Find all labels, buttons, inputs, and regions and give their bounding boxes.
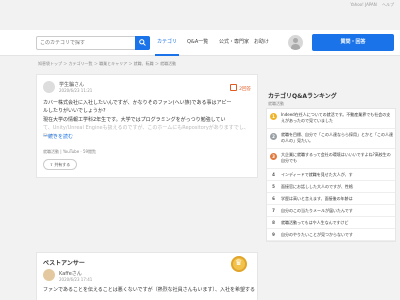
answer-avatar[interactable] bbox=[43, 269, 55, 281]
share-label: 共有する bbox=[54, 162, 71, 167]
header: カテゴリ Q&A一覧 公式・専門家 お助け 質問・回答 bbox=[0, 30, 400, 56]
question-meta[interactable]: 就職活動 | YouTube · 59閲覧 bbox=[43, 149, 96, 155]
question-avatar[interactable] bbox=[43, 81, 55, 93]
share-button[interactable]: ⇪ 共有する bbox=[43, 159, 77, 170]
rank-number: 5 bbox=[272, 184, 275, 189]
ranking-subtitle: 就職活動 bbox=[268, 101, 284, 106]
answer-date: 2020/6/23 17:41 bbox=[59, 277, 93, 282]
yahoo-link[interactable]: Yahoo! JAPAN bbox=[350, 2, 376, 7]
nav-official-experts[interactable]: 公式・専門家 bbox=[219, 38, 249, 45]
active-nav-underline bbox=[155, 54, 179, 56]
help-link[interactable]: ヘルプ bbox=[382, 2, 394, 7]
ranking-item-text: Indeed在任人についての就活です。不動産業界でも社会の支えがあったので見てい… bbox=[281, 112, 391, 123]
ranking-item[interactable]: 1 Indeed在任人についての就活です。不動産業界でも社会の支えがあったので見… bbox=[267, 109, 395, 129]
answer-body: ファンであることを伝えることは悪くないですが（熱烈な社員さんもいます）、入社を希… bbox=[43, 287, 255, 293]
rank-number: 2 bbox=[270, 133, 277, 140]
ranking-item-text: 自分のこの当たりメールが届いたんです bbox=[281, 208, 353, 213]
search-button[interactable] bbox=[135, 36, 150, 50]
rank-number: 6 bbox=[272, 196, 275, 201]
question-line: カバー株式会社に入社したいんですが、かなりそのファン(へい族)である事はアピー bbox=[43, 100, 232, 106]
ranking-item-text: 学歴は高いと言えます、面接後の年齢は bbox=[281, 196, 353, 201]
question-date: 2020/6/23 11:21 bbox=[59, 88, 93, 93]
ranking-item[interactable]: 7 自分のこの当たりメールが届いたんです bbox=[267, 205, 395, 217]
question-card: 学生騙さん 2020/6/23 11:21 2回答 カバー株式会社に入社したいん… bbox=[36, 74, 258, 178]
question-line: 現在大学の情報工学科2年生です。大学ではプログラミングをがっつり勉強してい bbox=[43, 116, 226, 123]
question-user[interactable]: 学生騙さん bbox=[59, 81, 84, 88]
rank-number: 8 bbox=[272, 220, 275, 225]
nav-qa-list[interactable]: Q&A一覧 bbox=[187, 38, 208, 45]
top-strip: Yahoo! JAPAN ヘルプ bbox=[0, 0, 400, 30]
top-links: Yahoo! JAPAN ヘルプ bbox=[346, 2, 394, 8]
answer-count-badge: 2回答 bbox=[230, 84, 251, 92]
rank-number: 4 bbox=[272, 172, 275, 177]
best-answer-card: ベストアンサー Kaffeさん 2020/6/23 17:41 ファンであること… bbox=[36, 252, 258, 300]
rank-number: 3 bbox=[270, 153, 277, 160]
best-answer-title: ベストアンサー bbox=[43, 260, 85, 267]
ranking-item[interactable]: 4 インディードで就職を見せた大人が、す bbox=[267, 169, 395, 181]
ranking-item-text: 自分のやりたいことが見つからないです bbox=[281, 232, 353, 237]
breadcrumb[interactable]: 知恵袋トップ ＞ カテゴリ一覧 ＞ 職業とキャリア ＞ 就職、転職 ＞ 就職活動 bbox=[38, 61, 176, 67]
ranking-item[interactable]: 6 学歴は高いと言えます、面接後の年齢は bbox=[267, 193, 395, 205]
ranking-item[interactable]: 5 面接官にお話しした大人のですが、性格 bbox=[267, 181, 395, 193]
read-more-link[interactable]: 一続きを読む bbox=[43, 133, 73, 140]
rank-number: 1 bbox=[270, 113, 277, 120]
ranking-item-text: 就職活動ってもはや人生なんですけど bbox=[281, 220, 349, 225]
user-avatar[interactable] bbox=[288, 35, 303, 50]
nav-category[interactable]: カテゴリ bbox=[157, 38, 177, 45]
question-line-faded: て、Unity/Unreal Engineも扱えるのですが、このホームにもRep… bbox=[43, 124, 249, 140]
ranking-item-text: 大企業に就職するって会社の環境はいいいですよね?高校生の自分でも bbox=[281, 152, 391, 163]
ranking-item-text: インディードで就職を見せた大人が、す bbox=[281, 172, 353, 177]
rank-number: 7 bbox=[272, 208, 275, 213]
rank-number: 9 bbox=[272, 232, 275, 237]
nav-help[interactable]: お助け bbox=[254, 38, 269, 45]
search-input[interactable] bbox=[40, 40, 132, 46]
ranking-item[interactable]: 8 就職活動ってもはや人生なんですけど bbox=[267, 217, 395, 229]
crown-medal-icon bbox=[231, 256, 247, 272]
search-icon bbox=[139, 39, 146, 46]
question-line: ルしたりがいいでしょうか? bbox=[43, 108, 106, 115]
ranking-item[interactable]: 2 就職を目標、自分で「この人達ならら採用」とかと「この人達の人の」見たい。 bbox=[267, 129, 395, 149]
question-body: カバー株式会社に入社したいんですが、かなりそのファン(へい族)である事はアピー … bbox=[43, 99, 253, 140]
answer-user[interactable]: Kaffeさん bbox=[59, 270, 82, 277]
search-box bbox=[36, 36, 150, 50]
ranking-item[interactable]: 9 自分のやりたいことが見つからないです bbox=[267, 229, 395, 241]
ranking-list: 1 Indeed在任人についての就活です。不動産業界でも社会の支えがあったので見… bbox=[266, 108, 396, 242]
ranking-item-text: 面接官にお話しした大人のですが、性格 bbox=[281, 184, 353, 189]
ranking-title: カテゴリQ&Aランキング bbox=[268, 93, 337, 100]
ask-answer-button[interactable]: 質問・回答 bbox=[312, 34, 394, 51]
ranking-item-text: 就職を目標、自分で「この人達ならら採用」とかと「この人達の人の」見たい。 bbox=[281, 132, 393, 143]
ask-answer-label: 質問・回答 bbox=[340, 39, 366, 45]
ranking-item[interactable]: 3 大企業に就職するって会社の環境はいいいですよね?高校生の自分でも bbox=[267, 149, 395, 169]
